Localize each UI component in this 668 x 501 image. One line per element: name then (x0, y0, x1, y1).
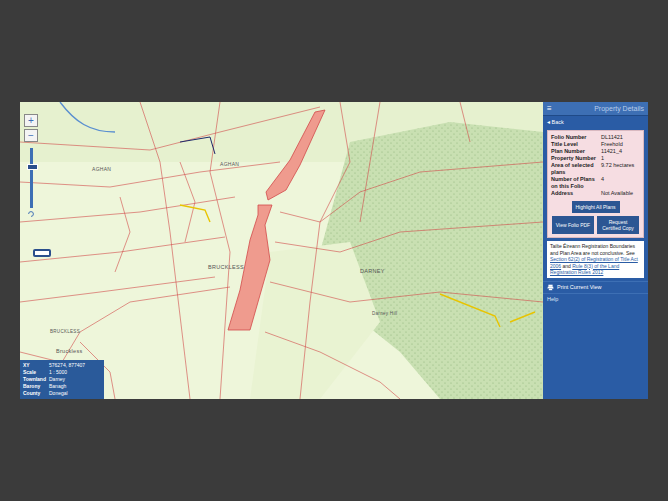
boundaries (20, 102, 543, 399)
map-canvas[interactable] (20, 102, 543, 399)
zoom-in-button[interactable]: + (24, 114, 38, 127)
disclaimer: Tailte Éireann Registration Boundaries a… (547, 241, 644, 278)
detail-row: Area of selected plans9.72 hectares (551, 162, 640, 176)
streetview-icon[interactable] (32, 246, 52, 260)
info-row: BaronyBanagh (23, 383, 101, 390)
map-label: Darney Hill (372, 311, 397, 316)
action-button[interactable]: View Folio PDF (552, 216, 594, 234)
print-link[interactable]: Print Current View (543, 281, 648, 293)
detail-row: Number of Plans on this Folio4 (551, 176, 640, 190)
detail-row: Plan Number11421_4 (551, 148, 640, 155)
map-label: DARNEY (360, 268, 385, 274)
coordinates-box: XY576274, 877407Scale1 : 5000TownlandDar… (20, 360, 104, 399)
info-row: CountyDonegal (23, 390, 101, 397)
map-viewer: AGHAN AGHAN BRUCKLESS DARNEY BRUCKLESS Bruckl… (20, 102, 648, 399)
detail-row: Property Number1 (551, 155, 640, 162)
map-label: AGHAN (92, 166, 111, 172)
river (60, 102, 115, 132)
map[interactable]: AGHAN AGHAN BRUCKLESS DARNEY BRUCKLESS Bruckl… (20, 102, 543, 399)
back-link[interactable]: ◂ Back (543, 116, 648, 128)
selected-plan[interactable] (266, 110, 325, 200)
roads (180, 205, 535, 327)
refresh-icon[interactable] (27, 210, 35, 218)
printer-icon (547, 284, 554, 291)
action-button[interactable]: Request Certified Copy (597, 216, 639, 234)
details-card: Folio NumberDL11421Title LevelFreeholdPl… (547, 130, 644, 238)
info-row: XY576274, 877407 (23, 362, 101, 369)
map-label: BRUCKLESS (208, 264, 244, 270)
detail-row: AddressNot Available (551, 190, 640, 197)
property-panel: ≡Property Details◂ Back Folio NumberDL114… (543, 102, 648, 399)
zoom-control: +− (24, 114, 38, 218)
zoom-handle[interactable] (27, 164, 38, 170)
help-link[interactable]: Help (543, 293, 648, 304)
info-row: TownlandDarney (23, 376, 101, 383)
info-row: Scale1 : 5000 (23, 369, 101, 376)
map-label: Bruckless (56, 348, 83, 354)
zoom-slider[interactable] (30, 148, 33, 208)
menu-button[interactable]: ≡ (547, 104, 552, 113)
detail-row: Folio NumberDL11421 (551, 134, 640, 141)
map-label: AGHAN (220, 161, 239, 167)
highlight-button[interactable]: Highlight All Plans (572, 201, 620, 213)
detail-row: Title LevelFreehold (551, 141, 640, 148)
page: AGHAN AGHAN BRUCKLESS DARNEY BRUCKLESS Bruckl… (0, 0, 668, 501)
panel-header: ≡Property Details (543, 102, 648, 116)
map-label: BRUCKLESS (50, 329, 80, 334)
zoom-out-button[interactable]: − (24, 129, 38, 142)
